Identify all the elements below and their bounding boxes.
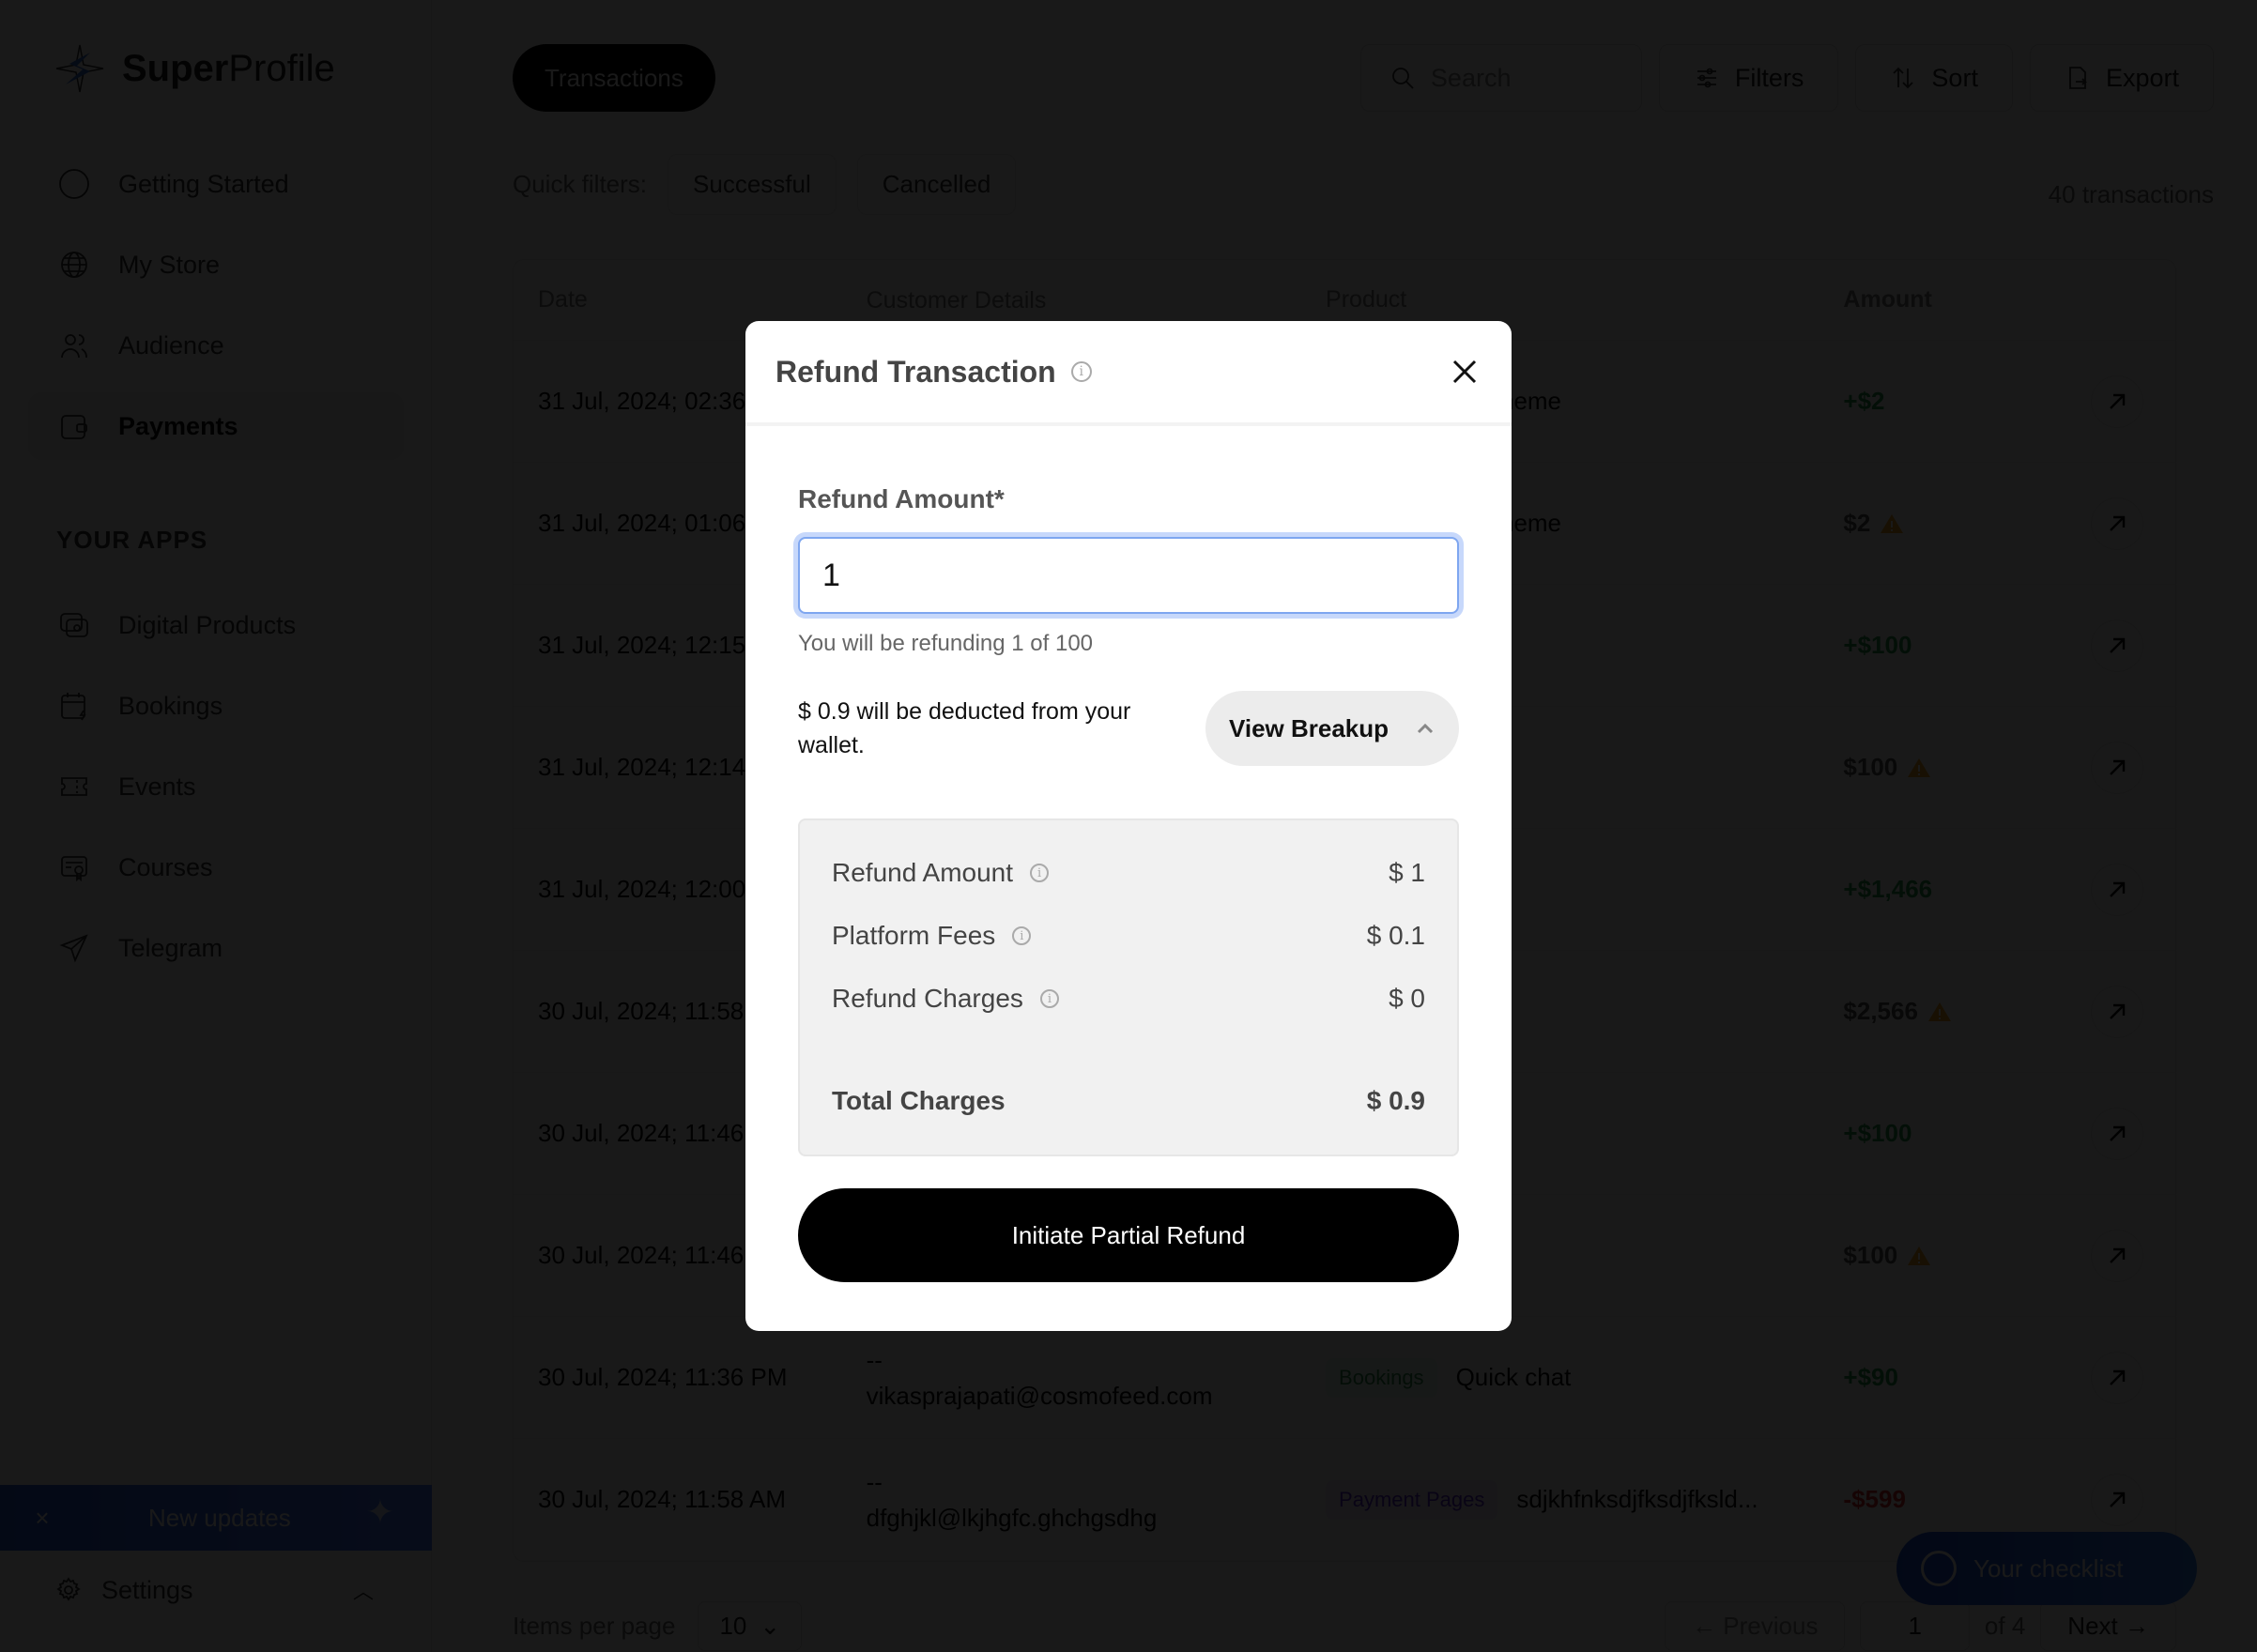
refund-amount-input[interactable] — [798, 537, 1459, 614]
wallet-deduction-text: $ 0.9 will be deducted from your wallet. — [798, 698, 1131, 758]
refund-hint: You will be refunding 1 of 100 — [798, 631, 1094, 656]
breakup-panel: Refund Amount i $ 1 Platform Fees i $ 0.… — [798, 818, 1459, 1156]
close-icon — [1452, 359, 1477, 384]
info-icon[interactable]: i — [1030, 864, 1050, 882]
refund-modal: Refund Transaction i Refund Amount* You … — [745, 321, 1512, 1331]
close-button[interactable] — [1448, 355, 1482, 389]
refund-amount-label: Refund Amount* — [798, 484, 1005, 513]
initiate-partial-refund-button[interactable]: Initiate Partial Refund — [798, 1188, 1459, 1282]
modal-title: Refund Transaction — [775, 354, 1056, 389]
chevron-up-icon — [1417, 723, 1434, 734]
modal-header: Refund Transaction i — [745, 321, 1512, 426]
breakup-row-refund-amount: Refund Amount i $ 1 — [832, 858, 1425, 887]
breakup-row-platform-fees: Platform Fees i $ 0.1 — [832, 921, 1425, 950]
info-icon[interactable]: i — [1012, 926, 1032, 945]
breakup-row-refund-charges: Refund Charges i $ 0 — [832, 984, 1425, 1013]
breakup-row-total: Total Charges $ 0.9 — [832, 1086, 1425, 1115]
info-icon[interactable]: i — [1070, 361, 1092, 382]
info-icon[interactable]: i — [1039, 989, 1059, 1008]
view-breakup-button[interactable]: View Breakup — [1205, 691, 1459, 766]
